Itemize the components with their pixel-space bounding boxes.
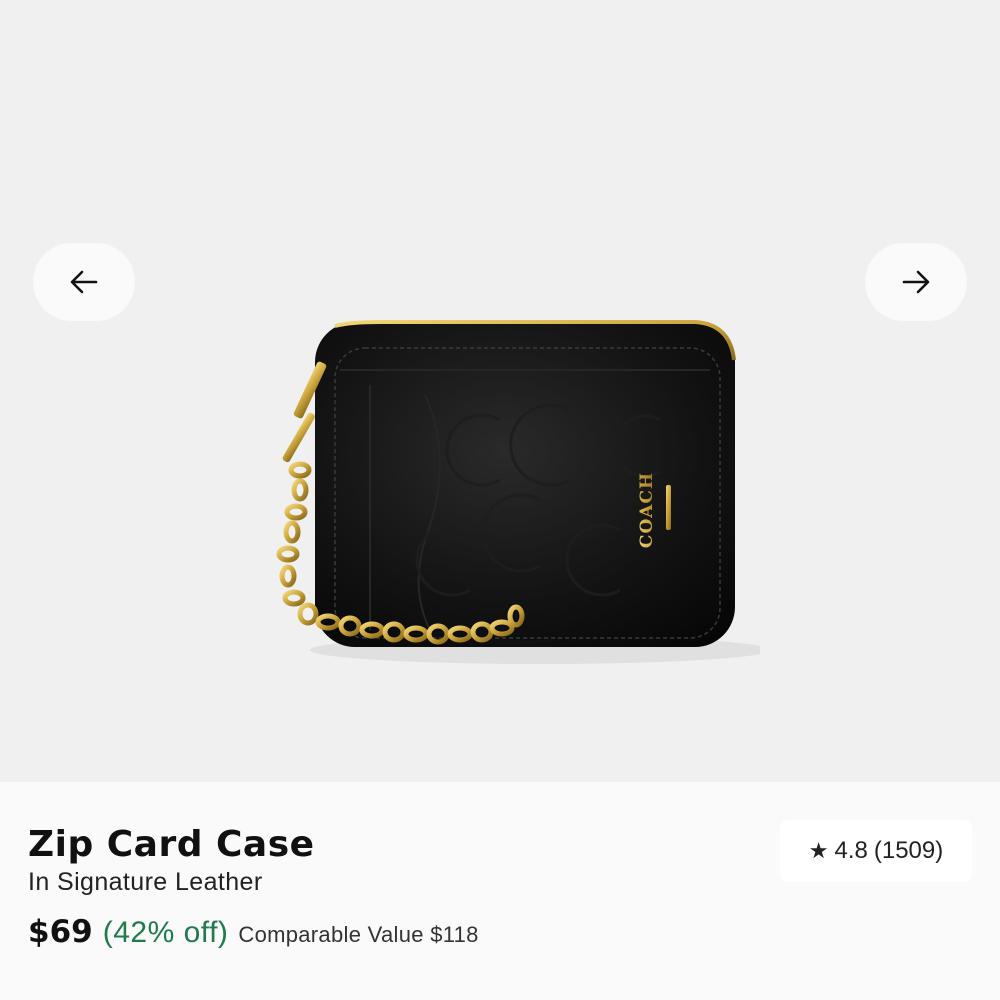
previous-image-button[interactable] xyxy=(33,243,135,321)
star-icon: ★ xyxy=(808,838,829,863)
product-title: Zip Card Case xyxy=(28,824,315,865)
next-image-button[interactable] xyxy=(865,243,967,321)
comparable-value: Comparable Value $118 xyxy=(238,922,479,947)
product-subtitle: In Signature Leather xyxy=(28,868,263,896)
sale-price: $69 xyxy=(28,914,93,950)
price-row: $69 (42% off) Comparable Value $118 xyxy=(28,914,479,950)
product-info-panel: Zip Card Case In Signature Leather $69 (… xyxy=(0,782,1000,1000)
product-image-carousel[interactable]: COACH xyxy=(0,0,1000,782)
rating-value: 4.8 xyxy=(834,837,868,864)
svg-text:COACH: COACH xyxy=(637,472,657,548)
review-count: (1509) xyxy=(873,837,944,864)
product-image: COACH xyxy=(276,320,760,664)
rating-badge[interactable]: ★ 4.8 (1509) xyxy=(780,820,972,882)
arrow-right-icon xyxy=(902,270,930,294)
discount-badge: (42% off) xyxy=(102,916,229,949)
arrow-left-icon xyxy=(70,270,98,294)
